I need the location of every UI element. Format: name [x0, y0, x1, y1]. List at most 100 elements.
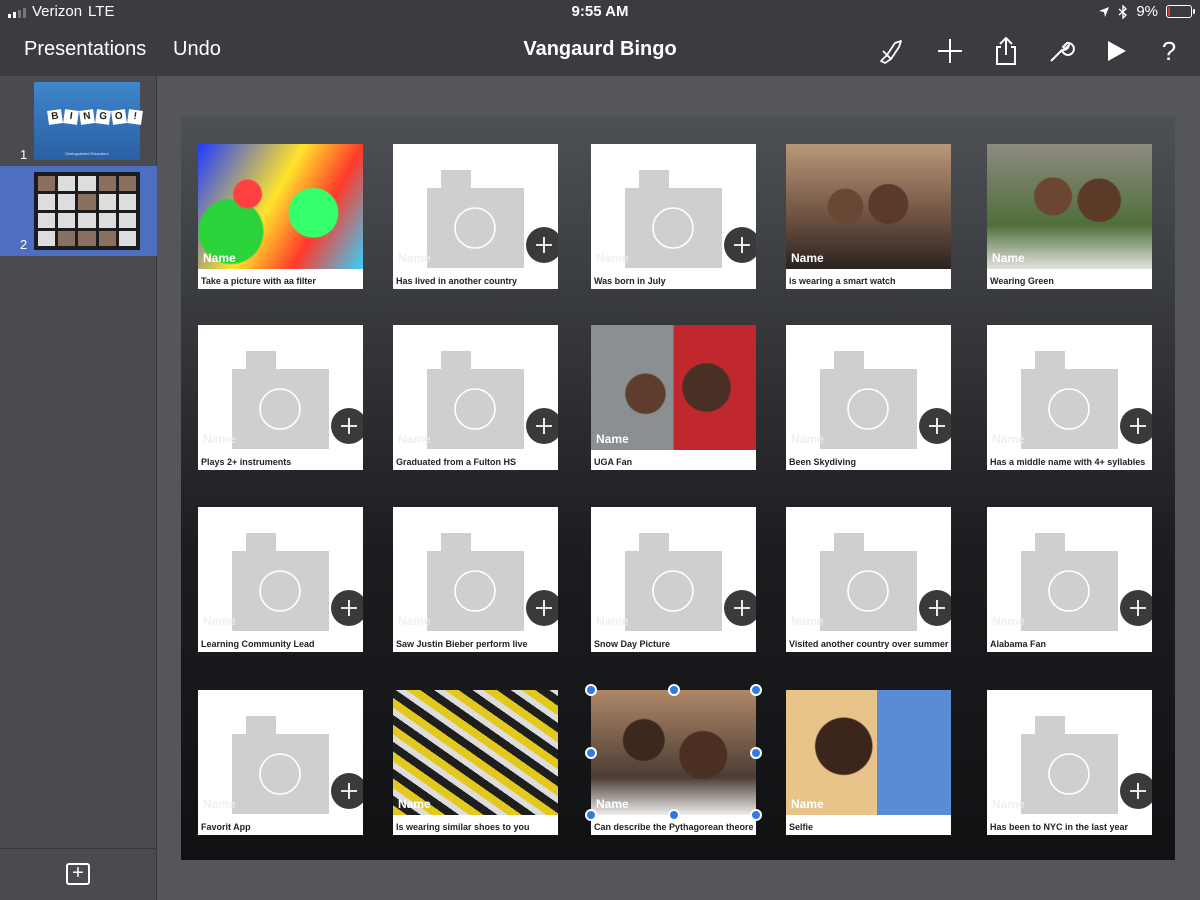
image-placeholder[interactable]: Name: [393, 507, 558, 632]
image-placeholder[interactable]: Name: [393, 325, 558, 450]
add-image-button[interactable]: [331, 773, 363, 809]
name-label: Name: [203, 251, 236, 265]
bingo-cell[interactable]: Name Has been to NYC in the last year: [987, 690, 1152, 835]
paintbrush-icon[interactable]: [874, 34, 908, 68]
add-image-button[interactable]: [526, 408, 558, 444]
name-label: Name: [791, 614, 824, 628]
slide-thumbnail-1[interactable]: B I N G O! Distinguished Educators 1: [0, 76, 157, 166]
cell-photo[interactable]: Name: [393, 690, 558, 815]
name-label: Name: [992, 432, 1025, 446]
thumbnail-cell: [118, 176, 136, 192]
image-placeholder[interactable]: Name: [987, 507, 1152, 632]
image-placeholder[interactable]: Name: [591, 144, 756, 269]
add-image-button[interactable]: [919, 408, 951, 444]
toolbar: Presentations Undo Vangaurd Bingo ?: [0, 24, 1200, 76]
bingo-cell[interactable]: Name Snow Day Picture: [591, 507, 756, 652]
thumbnail-cell: [38, 176, 56, 192]
bingo-cell[interactable]: Name Take a picture with aa filter: [198, 144, 363, 289]
camera-icon: [427, 351, 524, 449]
selection-handle[interactable]: [585, 746, 597, 759]
image-placeholder[interactable]: Name: [198, 325, 363, 450]
selection-handle[interactable]: [667, 684, 680, 696]
bingo-cell[interactable]: Name Been Skydiving: [786, 325, 951, 470]
thumbnail-cell: [118, 230, 136, 246]
slide-number: 1: [20, 147, 28, 162]
bingo-cell[interactable]: Name Favorit App: [198, 690, 363, 835]
bingo-cell[interactable]: Name Has a middle name with 4+ syllables: [987, 325, 1152, 470]
slide-canvas[interactable]: Name Take a picture with aa filter Name Has…: [181, 116, 1175, 860]
bingo-cell[interactable]: Name Saw Justin Bieber perform live: [393, 507, 558, 652]
add-image-button[interactable]: [919, 590, 951, 626]
bluetooth-icon: [1118, 4, 1128, 19]
image-placeholder[interactable]: Name: [987, 690, 1152, 815]
cell-photo[interactable]: Name: [198, 144, 363, 269]
thumbnail-cell: [78, 212, 96, 228]
cell-photo[interactable]: Name: [987, 144, 1152, 269]
image-placeholder[interactable]: Name: [198, 507, 363, 632]
bingo-cell[interactable]: Name Wearing Green: [987, 144, 1152, 289]
bingo-cell[interactable]: Name Selfie: [786, 690, 951, 835]
selection-handle[interactable]: [585, 684, 597, 696]
plus-icon: [1130, 600, 1146, 616]
bingo-cell[interactable]: Name UGA Fan: [591, 325, 756, 470]
cell-photo[interactable]: Name: [591, 325, 756, 450]
cell-photo[interactable]: Name: [591, 690, 756, 815]
image-placeholder[interactable]: Name: [987, 325, 1152, 450]
cell-photo[interactable]: Name: [786, 144, 951, 269]
camera-icon: [232, 351, 329, 449]
play-icon[interactable]: [1100, 34, 1134, 68]
help-icon[interactable]: ?: [1152, 34, 1186, 68]
bingo-cell[interactable]: Name Was born in July: [591, 144, 756, 289]
image-placeholder[interactable]: Name: [198, 690, 363, 815]
selection-handle[interactable]: [585, 809, 597, 821]
image-placeholder[interactable]: Name: [591, 507, 756, 632]
add-image-button[interactable]: [1120, 590, 1152, 626]
plus-icon: [341, 418, 357, 434]
plus-icon: [734, 600, 750, 616]
add-image-button[interactable]: [724, 227, 756, 263]
bingo-cell[interactable]: Name Alabama Fan: [987, 507, 1152, 652]
bingo-cell[interactable]: Name Graduated from a Fulton HS: [393, 325, 558, 470]
cell-caption: Was born in July: [594, 276, 666, 286]
name-label: Name: [398, 251, 431, 265]
image-placeholder[interactable]: Name: [786, 507, 951, 632]
name-label: Name: [203, 797, 236, 811]
bingo-cell[interactable]: Name Has lived in another country: [393, 144, 558, 289]
bingo-cell[interactable]: Name is wearing a smart watch: [786, 144, 951, 289]
selection-handle[interactable]: [667, 809, 680, 821]
add-image-button[interactable]: [526, 590, 558, 626]
plus-icon: [929, 600, 945, 616]
share-icon[interactable]: [989, 34, 1023, 68]
thumbnail-cell: [38, 194, 56, 210]
plus-icon[interactable]: [933, 34, 967, 68]
battery-icon: [1166, 5, 1195, 18]
bingo-cell[interactable]: Name Plays 2+ instruments: [198, 325, 363, 470]
plus-icon: [341, 600, 357, 616]
bingo-letter: !: [127, 109, 143, 125]
add-image-button[interactable]: [1120, 408, 1152, 444]
add-image-button[interactable]: [1120, 773, 1152, 809]
cell-photo[interactable]: Name: [786, 690, 951, 815]
name-label: Name: [791, 251, 824, 265]
image-placeholder[interactable]: Name: [393, 144, 558, 269]
slide-thumbnail-2[interactable]: 2: [0, 166, 157, 256]
wrench-icon[interactable]: [1044, 34, 1078, 68]
add-slide-button[interactable]: +: [66, 863, 90, 885]
name-label: Name: [398, 432, 431, 446]
cell-caption: Can describe the Pythagorean theorem: [594, 822, 754, 832]
selection-handle[interactable]: [750, 746, 762, 759]
selection-handle[interactable]: [750, 684, 762, 696]
selection-handle[interactable]: [750, 809, 762, 821]
add-image-button[interactable]: [526, 227, 558, 263]
thumbnail-cell: [78, 176, 96, 192]
add-image-button[interactable]: [331, 408, 363, 444]
bingo-cell[interactable]: Name Is wearing similar shoes to you: [393, 690, 558, 835]
add-image-button[interactable]: [724, 590, 756, 626]
image-placeholder[interactable]: Name: [786, 325, 951, 450]
bingo-cell[interactable]: Name Learning Community Lead: [198, 507, 363, 652]
bingo-cell[interactable]: Name Visited another country over summer: [786, 507, 951, 652]
add-image-button[interactable]: [331, 590, 363, 626]
bingo-cell[interactable]: Name Can describe the Pythagorean theorem: [585, 684, 762, 835]
status-right: 9%: [1098, 3, 1195, 20]
camera-icon: [427, 533, 524, 631]
